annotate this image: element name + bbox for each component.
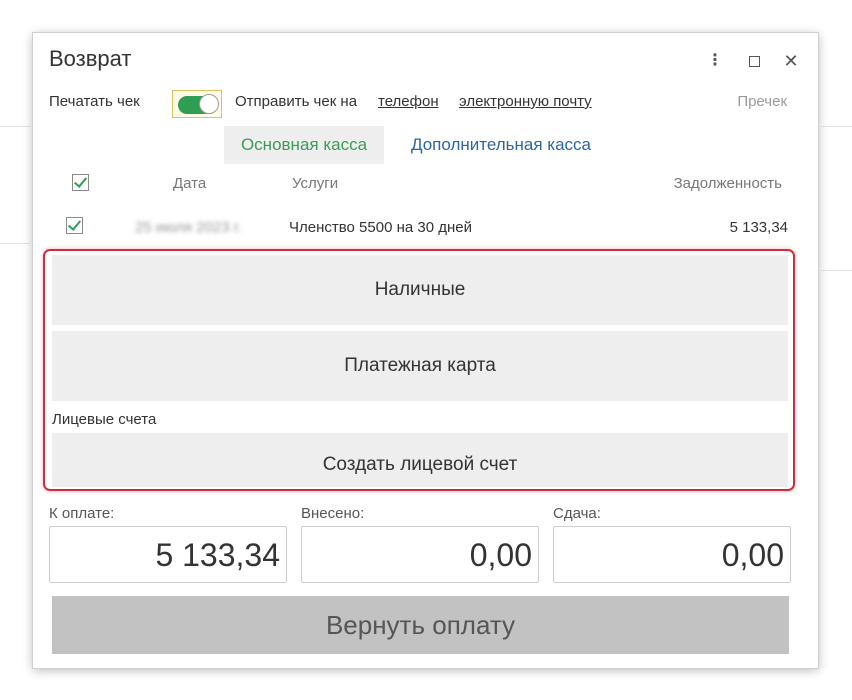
row-service: Членство 5500 на 30 дней bbox=[289, 219, 472, 236]
send-phone-link[interactable]: телефон bbox=[378, 93, 439, 110]
card-button[interactable]: Платежная карта bbox=[52, 331, 788, 401]
background-line bbox=[822, 126, 852, 127]
table-row[interactable]: 25 июля 2023 г. Членство 5500 на 30 дней… bbox=[49, 214, 802, 240]
background-line bbox=[0, 243, 30, 244]
to-pay-label: К оплате: bbox=[49, 505, 115, 522]
table-header: Дата Услуги Задолженность bbox=[49, 173, 802, 197]
cash-button[interactable]: Наличные bbox=[52, 255, 788, 325]
maximize-icon[interactable] bbox=[744, 51, 764, 71]
close-icon[interactable]: ✕ bbox=[781, 51, 801, 71]
payment-methods-panel: Наличные Платежная карта Лицевые счета С… bbox=[43, 249, 795, 491]
create-account-button[interactable]: Создать лицевой счет bbox=[52, 433, 788, 487]
change-field[interactable]: 0,00 bbox=[553, 526, 791, 583]
column-date[interactable]: Дата bbox=[173, 175, 206, 192]
print-receipt-toggle[interactable] bbox=[172, 90, 222, 118]
change-label: Сдача: bbox=[553, 505, 601, 522]
dialog-title: Возврат bbox=[49, 46, 132, 71]
row-checkbox[interactable] bbox=[66, 217, 83, 234]
refund-dialog: Возврат ⋮ ✕ Печатать чек Отправить чек н… bbox=[33, 33, 818, 668]
refund-payment-button[interactable]: Вернуть оплату bbox=[52, 596, 789, 654]
row-debt: 5 133,34 bbox=[729, 219, 788, 236]
prereceipt-button[interactable]: Пречек bbox=[737, 93, 787, 110]
personal-accounts-label: Лицевые счета bbox=[52, 411, 157, 428]
background-line bbox=[822, 270, 852, 271]
receipt-options: Печатать чек Отправить чек на телефон эл… bbox=[49, 90, 802, 120]
tab-additional-register[interactable]: Дополнительная касса bbox=[411, 126, 591, 164]
column-services[interactable]: Услуги bbox=[292, 175, 338, 192]
toggle-switch[interactable] bbox=[178, 94, 219, 114]
select-all-checkbox[interactable] bbox=[72, 174, 89, 191]
row-date: 25 июля 2023 г. bbox=[135, 219, 242, 236]
toggle-knob bbox=[199, 94, 219, 114]
more-vertical-icon[interactable]: ⋮ bbox=[705, 51, 725, 71]
paid-field[interactable]: 0,00 bbox=[301, 526, 539, 583]
column-debt[interactable]: Задолженность bbox=[674, 175, 782, 192]
to-pay-field[interactable]: 5 133,34 bbox=[49, 526, 287, 583]
background-line bbox=[0, 126, 30, 127]
tab-main-register[interactable]: Основная касса bbox=[224, 126, 384, 164]
send-email-link[interactable]: электронную почту bbox=[459, 93, 592, 110]
paid-label: Внесено: bbox=[301, 505, 365, 522]
send-receipt-label: Отправить чек на bbox=[235, 93, 358, 110]
print-receipt-label: Печатать чек bbox=[49, 93, 140, 110]
